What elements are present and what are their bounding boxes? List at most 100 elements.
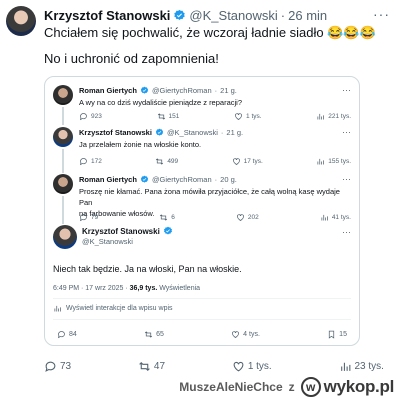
thread-connector — [62, 149, 64, 173]
views-icon — [317, 158, 325, 165]
repost-button[interactable]: 6 — [159, 213, 175, 222]
tweet-actions: 79 6 202 41 tys. — [79, 213, 351, 222]
more-options-icon[interactable]: ··· — [342, 127, 351, 137]
reply-icon — [79, 113, 87, 121]
like-button[interactable]: 1 tys. — [232, 360, 272, 373]
like-button[interactable]: 4 tys. — [231, 330, 260, 339]
views-button[interactable]: 23 tys. — [339, 360, 384, 373]
author-name[interactable]: Krzysztof Stanowski — [44, 8, 170, 23]
reply-button[interactable]: 79 — [79, 213, 98, 222]
main-tweet-meta: 6:49 PM · 17 wrz 2025 · 36,9 tys. Wyświe… — [53, 285, 200, 292]
reply-count: 79 — [91, 214, 99, 221]
main-tweet-actions: 84 65 4 tys. 15 — [57, 330, 347, 339]
tweet-actions: 923 151 1 tys. 221 tys. — [79, 112, 351, 121]
tweet-text: Ja przelałem żonie na włoskie konto. — [79, 140, 202, 149]
view-interactions-label: Wyświetl interakcje dla wpisu wpis — [66, 305, 173, 312]
like-button[interactable]: 17 tys. — [232, 157, 263, 166]
reply-count: 923 — [91, 113, 102, 120]
view-interactions-link[interactable]: Wyświetl interakcje dla wpisu wpis — [53, 304, 173, 313]
repost-button[interactable]: 47 — [138, 360, 165, 373]
repost-count: 6 — [171, 214, 175, 221]
repost-icon — [160, 214, 168, 221]
post-text-line-2: No i uchronić od zapomnienia! — [44, 51, 219, 66]
wykop-logo-icon: w — [300, 377, 321, 397]
tweet-time[interactable]: 21 g. — [226, 128, 243, 137]
author-handle[interactable]: @K_Stanowski — [82, 237, 133, 246]
reply-icon — [45, 361, 56, 372]
views-count: 41 tys. — [331, 214, 351, 221]
reply-button[interactable]: 923 — [79, 112, 102, 121]
author-handle[interactable]: @K_Stanowski — [167, 128, 218, 137]
bookmark-count: 15 — [339, 331, 347, 338]
views-button[interactable]: 221 tys. — [316, 112, 351, 121]
main-tweet-time[interactable]: 6:49 PM · 17 wrz 2025 · — [53, 285, 128, 292]
thread-connector — [62, 196, 64, 224]
reply-count: 73 — [60, 361, 72, 372]
author-handle[interactable]: @GiertychRoman — [152, 175, 212, 184]
bookmark-button[interactable]: 15 — [327, 330, 347, 339]
heart-icon — [237, 214, 244, 221]
like-count: 1 tys. — [247, 361, 272, 372]
thread-tweet[interactable]: Roman Giertych @GiertychRoman · 21 g. ··… — [53, 85, 351, 125]
post-header: Krzysztof Stanowski @K_Stanowski · 26 mi… — [44, 6, 390, 24]
author-handle[interactable]: @GiertychRoman — [152, 86, 212, 95]
bookmark-icon — [329, 330, 335, 339]
author-name[interactable]: Krzysztof Stanowski — [79, 128, 152, 137]
author-name[interactable]: Roman Giertych — [79, 175, 137, 184]
reply-count: 84 — [69, 331, 77, 338]
views-button[interactable]: 155 tys. — [316, 157, 351, 166]
views-icon — [317, 113, 325, 120]
views-count: 155 tys. — [328, 158, 351, 165]
avatar[interactable] — [53, 174, 73, 194]
views-count: 23 tys. — [354, 361, 384, 372]
heart-icon — [232, 158, 240, 165]
repost-icon — [156, 158, 164, 165]
thread-tweet[interactable]: Roman Giertych @GiertychRoman · 20 g. ··… — [53, 174, 351, 224]
reply-button[interactable]: 84 — [57, 330, 77, 339]
reply-button[interactable]: 73 — [44, 360, 71, 373]
verified-badge-icon — [140, 175, 149, 183]
analytics-icon — [54, 305, 61, 312]
repost-button[interactable]: 65 — [144, 330, 164, 339]
tweet-time[interactable]: 20 g. — [220, 175, 237, 184]
verified-badge-icon — [163, 226, 172, 235]
tweet-time[interactable]: 21 g. — [220, 86, 237, 95]
quoted-thread[interactable]: Roman Giertych @GiertychRoman · 21 g. ··… — [44, 76, 360, 346]
reply-count: 172 — [91, 158, 102, 165]
post-time[interactable]: 26 min — [288, 8, 327, 23]
author-name[interactable]: Roman Giertych — [79, 86, 137, 95]
more-options-icon[interactable]: ··· — [373, 6, 390, 22]
repost-icon — [144, 331, 153, 338]
main-tweet-author: Krzysztof Stanowski — [82, 226, 173, 236]
reply-icon — [79, 214, 87, 222]
avatar[interactable] — [53, 127, 73, 147]
author-name[interactable]: Krzysztof Stanowski — [82, 227, 160, 236]
separator: · — [220, 128, 224, 137]
views-count: 221 tys. — [328, 113, 351, 120]
like-button[interactable]: 202 — [236, 213, 259, 222]
views-button[interactable]: 41 tys. — [320, 213, 351, 222]
more-options-icon[interactable]: ··· — [342, 174, 351, 184]
more-options-icon[interactable]: ··· — [342, 85, 351, 95]
repost-button[interactable]: 151 — [157, 112, 179, 121]
like-count: 1 tys. — [246, 113, 262, 120]
avatar[interactable] — [6, 6, 36, 36]
more-options-icon[interactable]: ··· — [342, 227, 351, 237]
separator: · — [214, 86, 218, 95]
heart-icon — [233, 361, 244, 372]
separator: · — [214, 175, 218, 184]
main-tweet-views-count: 36,9 tys. — [129, 285, 158, 292]
author-handle[interactable]: @K_Stanowski — [189, 8, 277, 23]
repost-button[interactable]: 499 — [155, 157, 178, 166]
reply-button[interactable]: 172 — [79, 157, 102, 166]
like-button[interactable]: 1 tys. — [234, 112, 262, 121]
views-icon — [321, 214, 328, 221]
avatar[interactable] — [53, 225, 77, 249]
avatar[interactable] — [53, 85, 73, 105]
divider — [53, 319, 351, 320]
separator: · — [280, 7, 286, 23]
tweet-text: A wy na co dziś wydaliście pieniądze z r… — [79, 98, 242, 107]
thread-tweet[interactable]: Krzysztof Stanowski @K_Stanowski · 21 g.… — [53, 127, 351, 173]
repost-count: 47 — [153, 361, 166, 372]
reply-icon — [57, 331, 65, 339]
